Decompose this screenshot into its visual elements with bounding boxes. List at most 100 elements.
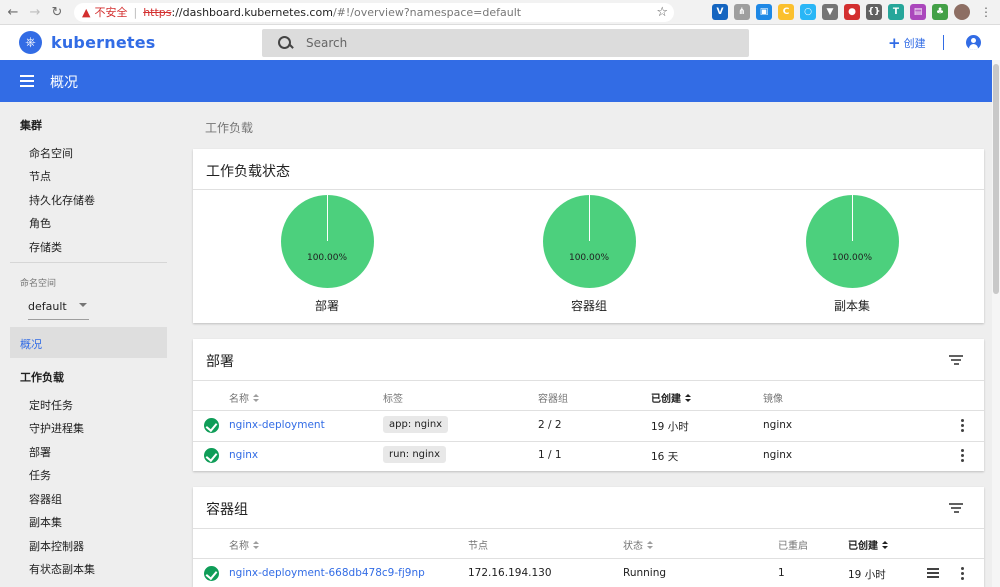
- search-input[interactable]: [306, 36, 706, 50]
- profile-avatar-icon[interactable]: [954, 4, 970, 20]
- column-header-status-label: 状态: [623, 541, 643, 552]
- sidebar-item-cronjobs[interactable]: 定时任务: [29, 397, 73, 413]
- namespace-select[interactable]: default: [28, 293, 89, 320]
- workload-status-title: 工作负载状态: [206, 164, 290, 180]
- sidebar-item-overview-label: 概况: [20, 338, 42, 351]
- extension-c-icon[interactable]: C: [778, 4, 794, 20]
- sidebar-item-roles[interactable]: 角色: [29, 215, 51, 231]
- deployment-name-link[interactable]: nginx: [229, 449, 258, 461]
- search-bar[interactable]: [262, 29, 749, 57]
- extension-triangle-icon[interactable]: ▼: [822, 4, 838, 20]
- url-path: /#!/overview?namespace=default: [332, 5, 522, 19]
- extension-box-icon[interactable]: ▣: [756, 4, 772, 20]
- sort-icon: [253, 541, 259, 550]
- url-protocol: https: [143, 5, 172, 19]
- workload-status-card: 工作负载状态 100.00% 部署 100.00% 容器组 100.00% 副本…: [193, 149, 984, 323]
- extension-leaf-icon[interactable]: ♣: [932, 4, 948, 20]
- pods-pie-caption: 容器组: [570, 299, 607, 313]
- brand-name[interactable]: kubernetes: [51, 33, 156, 52]
- bookmark-star-icon[interactable]: ☆: [656, 5, 668, 20]
- status-ok-icon: [204, 418, 219, 433]
- browser-menu-icon[interactable]: ⋮: [980, 5, 992, 19]
- deployments-card: 部署 名称 标签 容器组 已创建 镜像 nginx-deployment app…: [193, 339, 984, 471]
- sidebar-heading-cluster[interactable]: 集群: [20, 117, 42, 133]
- extension-tree-icon[interactable]: ⋔: [734, 4, 750, 20]
- created-age: 19 小时: [848, 569, 886, 581]
- extension-braces-icon[interactable]: {}: [866, 4, 882, 20]
- sidebar-item-jobs[interactable]: 任务: [29, 467, 51, 483]
- pod-name-link[interactable]: nginx-deployment-668db478c9-fj9np: [229, 567, 425, 579]
- column-header-node: 节点: [468, 541, 488, 552]
- row-divider: [193, 441, 984, 442]
- forward-icon[interactable]: →: [26, 3, 44, 21]
- pods-count: 2 / 2: [538, 419, 562, 431]
- plus-icon: +: [888, 34, 901, 52]
- sidebar-item-overview[interactable]: 概况: [10, 327, 167, 358]
- sidebar-item-storage-classes[interactable]: 存储类: [29, 239, 62, 255]
- breadcrumb: 工作负载: [205, 121, 254, 135]
- account-icon[interactable]: [966, 35, 981, 50]
- menu-icon[interactable]: [20, 75, 34, 87]
- sidebar-item-replicasets[interactable]: 副本集: [29, 514, 62, 530]
- column-header-created[interactable]: 已创建: [848, 537, 888, 552]
- image-name: nginx: [763, 419, 793, 431]
- filter-icon[interactable]: [949, 355, 963, 365]
- deployments-pie: 100.00%: [280, 195, 374, 288]
- sidebar-item-deployments[interactable]: 部署: [29, 444, 51, 460]
- column-header-name-label: 名称: [229, 394, 249, 405]
- column-header-images: 镜像: [763, 394, 783, 405]
- sidebar-item-persistent-volumes[interactable]: 持久化存储卷: [29, 192, 95, 208]
- sidebar-item-replication-controllers[interactable]: 副本控制器: [29, 538, 84, 554]
- replicasets-status-chart: 100.00% 副本集: [802, 195, 902, 314]
- extension-stop-icon[interactable]: ●: [844, 4, 860, 20]
- label-chip: run: nginx: [383, 446, 447, 463]
- extension-icons: V ⋔ ▣ C ○ ▼ ● {} T ▤ ♣: [712, 4, 970, 20]
- header-divider: [943, 35, 944, 50]
- create-button[interactable]: + 创建: [888, 34, 926, 52]
- more-vert-icon[interactable]: [961, 449, 965, 463]
- sidebar-item-namespaces[interactable]: 命名空间: [29, 145, 73, 161]
- more-vert-icon[interactable]: [961, 419, 965, 433]
- page-scrollbar[interactable]: [992, 60, 1000, 587]
- column-header-restarts: 已重启: [778, 541, 808, 552]
- column-header-created-label: 已创建: [848, 541, 878, 552]
- sidebar-item-nodes[interactable]: 节点: [29, 168, 51, 184]
- scrollbar-thumb[interactable]: [993, 64, 999, 294]
- browser-toolbar: ← → ↻ ▲ 不安全 | https://dashboard.kubernet…: [0, 0, 1000, 25]
- extension-circle-icon[interactable]: ○: [800, 4, 816, 20]
- card-divider: [193, 528, 984, 529]
- sidebar-heading-workloads[interactable]: 工作负载: [20, 369, 64, 385]
- extension-image-icon[interactable]: ▤: [910, 4, 926, 20]
- sidebar-item-daemonsets[interactable]: 守护进程集: [29, 420, 84, 436]
- app-header: ⎈ kubernetes + 创建: [0, 25, 1000, 60]
- pod-status: Running: [623, 567, 667, 579]
- status-ok-icon: [204, 566, 219, 581]
- page-toolbar: 概况: [0, 60, 1000, 102]
- sidebar-item-statefulsets[interactable]: 有状态副本集: [29, 561, 95, 577]
- deployment-name-link[interactable]: nginx-deployment: [229, 419, 325, 431]
- replicasets-pie-label: 100.00%: [831, 253, 873, 263]
- extension-t-icon[interactable]: T: [888, 4, 904, 20]
- column-header-name[interactable]: 名称: [229, 390, 259, 405]
- filter-icon[interactable]: [949, 503, 963, 513]
- sidebar-divider: [10, 262, 167, 263]
- address-bar[interactable]: ▲ 不安全 | https://dashboard.kubernetes.com…: [74, 2, 674, 22]
- page-title: 概况: [50, 75, 78, 91]
- pods-title: 容器组: [206, 502, 248, 518]
- pods-pie-label: 100.00%: [568, 253, 610, 263]
- column-header-status[interactable]: 状态: [623, 537, 653, 552]
- replicasets-pie-caption: 副本集: [833, 299, 870, 313]
- column-header-name[interactable]: 名称: [229, 537, 259, 552]
- replicasets-pie: 100.00%: [805, 195, 899, 288]
- reload-icon[interactable]: ↻: [48, 3, 66, 21]
- row-divider: [193, 558, 984, 559]
- back-icon[interactable]: ←: [4, 3, 22, 21]
- extension-v-icon[interactable]: V: [712, 4, 728, 20]
- column-header-created[interactable]: 已创建: [651, 390, 691, 405]
- sidebar-item-pods[interactable]: 容器组: [29, 491, 62, 507]
- security-label: 不安全: [94, 6, 128, 19]
- logs-icon[interactable]: [927, 568, 939, 578]
- kubernetes-logo-icon[interactable]: ⎈: [19, 31, 42, 54]
- node-name: 172.16.194.130: [468, 567, 552, 579]
- more-vert-icon[interactable]: [961, 567, 965, 581]
